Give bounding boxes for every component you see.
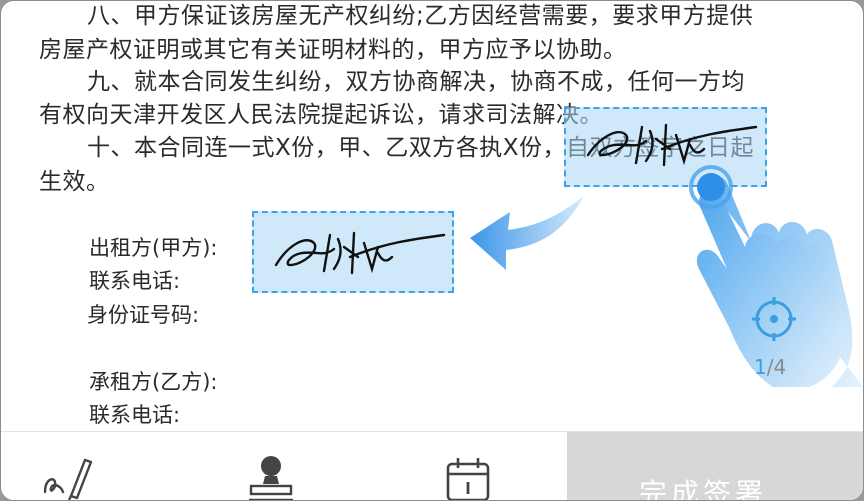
- finish-signing-label: 完成签署: [639, 477, 768, 501]
- doc-line: 房屋产权证明或其它有关证明材料的，甲方应予以协助。: [39, 37, 627, 63]
- signature-tool-button[interactable]: [11, 432, 131, 500]
- total-pages: 4: [773, 355, 787, 379]
- drag-direction-arrow-icon: [470, 196, 584, 270]
- app-frame: 八、甲方保证该房屋无产权纠纷;乙方因经营需要，要求甲方提供 房屋产权证明或其它有…: [0, 0, 864, 501]
- seal-stamp-button[interactable]: [209, 432, 329, 500]
- lessor-id-label: 身份证号码:: [87, 303, 200, 327]
- lessee-phone-label: 联系电话:: [89, 403, 181, 427]
- handwritten-signature: [274, 231, 446, 275]
- date-calendar-icon: [446, 458, 490, 500]
- seal-stamp-icon: [249, 456, 293, 500]
- hand-pointer-icon: [689, 165, 863, 387]
- placed-signature[interactable]: [252, 211, 454, 293]
- doc-line: 生效。: [39, 169, 110, 195]
- current-page: 1: [754, 355, 767, 379]
- doc-line: 八、甲方保证该房屋无产权纠纷;乙方因经营需要，要求甲方提供: [87, 3, 754, 29]
- finish-signing-button[interactable]: 完成签署: [567, 432, 863, 501]
- crosshair-icon: [752, 297, 796, 341]
- page-indicator: 1/4: [754, 355, 786, 379]
- contract-document[interactable]: 八、甲方保证该房屋无产权纠纷;乙方因经营需要，要求甲方提供 房屋产权证明或其它有…: [1, 1, 863, 431]
- doc-line: 有权向天津开发区人民法院提起诉讼，请求司法解决。: [39, 102, 603, 128]
- date-tool-button[interactable]: [407, 432, 527, 500]
- lessor-label: 出租方(甲方):: [89, 236, 218, 260]
- locate-button[interactable]: [752, 297, 796, 341]
- lessee-label: 承租方(乙方):: [89, 370, 218, 394]
- signature-tool-icon: [43, 458, 93, 500]
- doc-line: 九、就本合同发生纠纷，双方协商解决，协商不成，任何一方均: [87, 69, 745, 95]
- bottom-toolbar: 完成签署: [1, 431, 863, 501]
- lessor-phone-label: 联系电话:: [89, 269, 181, 293]
